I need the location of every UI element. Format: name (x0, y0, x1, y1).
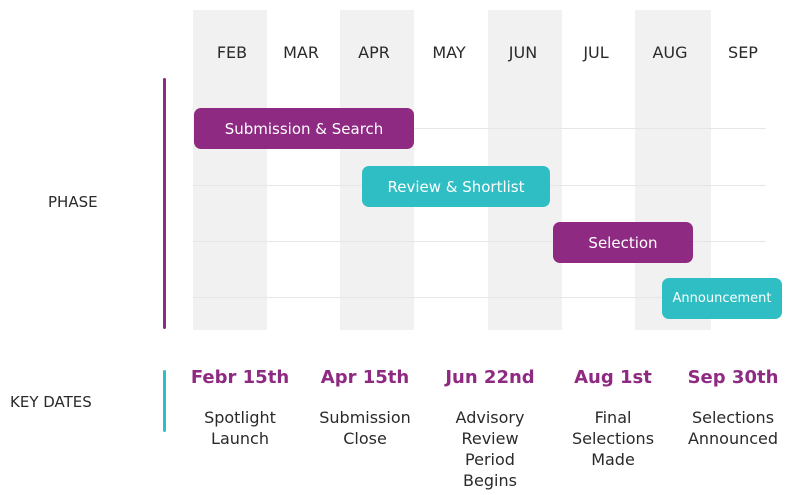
month-label: JUN (508, 43, 538, 62)
key-dates-label: KEY DATES (10, 393, 92, 411)
key-date-description: Advisory Review Period Begins (455, 408, 525, 490)
phase-bar-submission-search: Submission & Search (194, 108, 414, 149)
key-date-date: Aug 1st (574, 367, 652, 388)
key-date: Febr 15th Spotlight Launch (185, 366, 295, 449)
key-date-date: Jun 22nd (445, 367, 535, 388)
phase-bar-review-shortlist: Review & Shortlist (362, 166, 550, 207)
month-label: MAR (283, 43, 319, 62)
key-date-date: Sep 30th (687, 367, 779, 388)
phase-bar-selection: Selection (553, 222, 693, 263)
month-label: SEP (728, 43, 758, 62)
phase-bar-announcement: Announcement (662, 278, 782, 319)
phase-label: PHASE (48, 193, 98, 211)
key-date-date: Febr 15th (190, 367, 290, 388)
month-label: APR (358, 43, 390, 62)
month-label: AUG (652, 43, 688, 62)
month-label: MAY (432, 43, 466, 62)
phase-divider (163, 78, 166, 329)
key-date-description: Submission Close (319, 408, 411, 448)
key-date-date: Apr 15th (320, 367, 410, 388)
month-label: JUL (583, 43, 609, 62)
key-date-description: Final Selections Made (571, 408, 655, 469)
key-date-description: Spotlight Launch (204, 408, 276, 448)
month-label: FEB (216, 43, 248, 62)
key-date: Jun 22nd Advisory Review Period Begins (435, 366, 545, 491)
key-date-description: Selections Announced (687, 408, 779, 448)
key-dates-divider (163, 370, 166, 432)
key-date: Sep 30th Selections Announced (678, 366, 788, 449)
key-date: Aug 1st Final Selections Made (558, 366, 668, 470)
key-date: Apr 15th Submission Close (310, 366, 420, 449)
